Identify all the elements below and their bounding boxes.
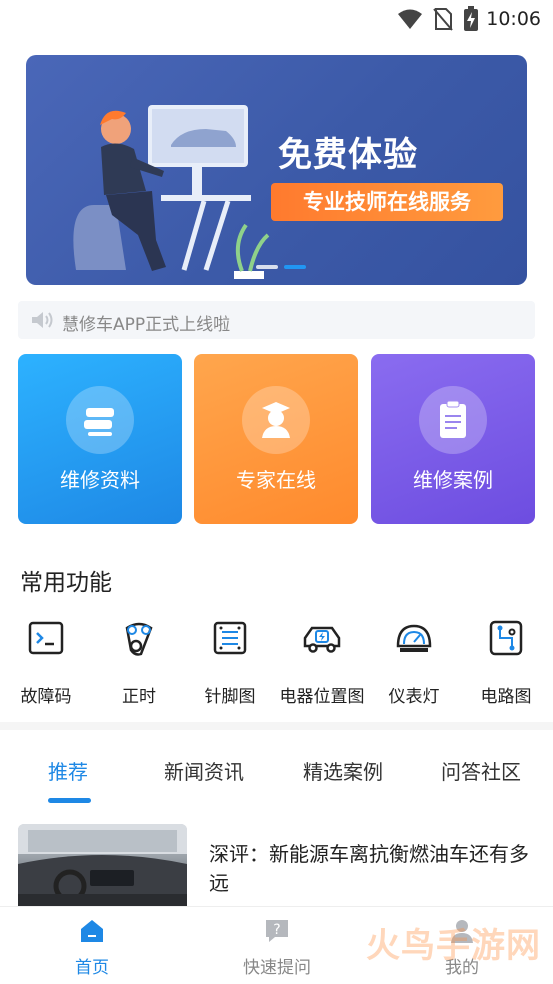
home-icon <box>81 920 103 942</box>
circuit-icon <box>489 620 523 656</box>
tab-indicator <box>48 798 91 803</box>
article-title[interactable]: 深评：新能源车离抗衡燃油车还有多远 <box>209 840 539 898</box>
announcement-bar[interactable]: 慧修车APP正式上线啦 <box>18 301 535 339</box>
books-icon <box>84 408 114 436</box>
tab-news[interactable]: 新闻资讯 <box>164 756 244 785</box>
function-label: 故障码 <box>20 687 72 707</box>
status-bar: 10:06 <box>0 0 553 40</box>
card-repair-data[interactable]: 维修资料 <box>18 354 182 524</box>
terminal-icon <box>28 621 64 655</box>
function-electrical-location[interactable]: 电器位置图 <box>278 618 366 707</box>
function-label: 电路图 <box>480 687 532 707</box>
tab-qa-community[interactable]: 问答社区 <box>441 756 521 785</box>
banner-pager <box>256 265 306 269</box>
tab-selected-cases[interactable]: 精选案例 <box>303 756 383 785</box>
car-electric-icon <box>303 626 341 653</box>
nav-label: 快速提问 <box>243 958 311 978</box>
card-repair-cases[interactable]: 维修案例 <box>371 354 535 524</box>
timing-belt-icon <box>125 622 153 656</box>
pager-dot <box>256 265 278 269</box>
banner-title: 免费体验 <box>278 135 418 175</box>
svg-text:?: ? <box>273 922 280 938</box>
function-label: 正时 <box>122 687 156 707</box>
function-circuit-diagram[interactable]: 电路图 <box>462 618 550 707</box>
announcement-text: 慧修车APP正式上线啦 <box>62 315 231 335</box>
promo-banner[interactable]: 免费体验 专业技师在线服务 <box>26 55 527 285</box>
pin-diagram-icon <box>213 621 247 655</box>
question-icon: ? <box>266 920 288 942</box>
technician-illustration <box>73 105 270 279</box>
battery-charging-icon <box>464 6 478 31</box>
status-time: 10:06 <box>486 8 541 30</box>
card-label: 专家在线 <box>236 468 316 492</box>
card-label: 维修案例 <box>413 468 493 492</box>
function-timing[interactable]: 正时 <box>95 618 183 707</box>
function-dashboard-lights[interactable]: 仪表灯 <box>370 618 458 707</box>
tab-recommend[interactable]: 推荐 <box>48 756 88 785</box>
function-label: 针脚图 <box>204 687 256 707</box>
car-interior-image <box>18 824 187 908</box>
speaker-icon <box>32 312 53 328</box>
function-label: 电器位置图 <box>279 687 365 707</box>
article-thumbnail[interactable] <box>18 824 187 908</box>
no-sim-icon <box>433 8 453 31</box>
card-label: 维修资料 <box>60 468 140 492</box>
pager-dot-active <box>284 265 306 269</box>
nav-label: 首页 <box>75 958 109 978</box>
nav-home[interactable]: 首页 <box>37 917 147 978</box>
wifi-icon <box>398 9 422 29</box>
function-fault-code[interactable]: 故障码 <box>2 618 90 707</box>
section-title-functions: 常用功能 <box>20 570 112 596</box>
watermark: 火鸟手游网 <box>366 926 541 966</box>
function-label: 仪表灯 <box>388 687 440 707</box>
card-expert-online[interactable]: 专家在线 <box>194 354 358 524</box>
expert-icon <box>262 402 290 438</box>
dashboard-icon <box>396 624 432 652</box>
section-divider <box>0 722 553 730</box>
function-pin-diagram[interactable]: 针脚图 <box>186 618 274 707</box>
clipboard-icon <box>440 400 466 438</box>
nav-quick-question[interactable]: ? 快速提问 <box>222 917 332 978</box>
banner-subtitle: 专业技师在线服务 <box>271 183 503 221</box>
